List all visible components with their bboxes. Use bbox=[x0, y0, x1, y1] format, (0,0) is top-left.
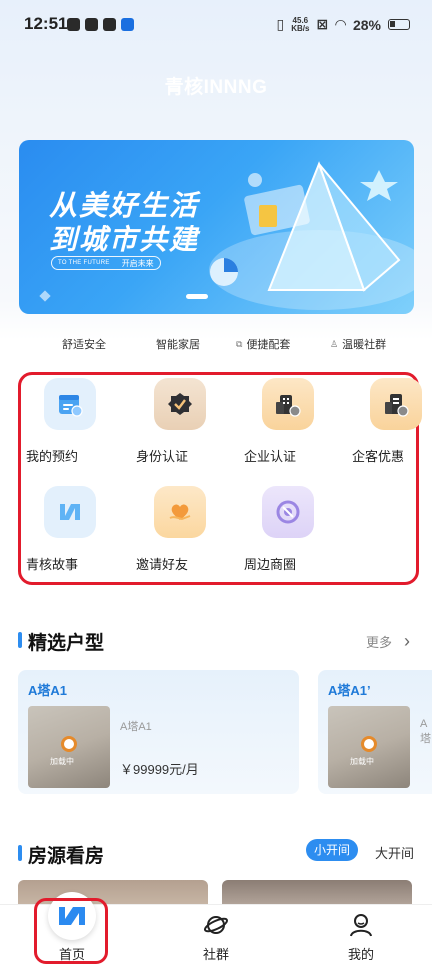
menu-nearby-shops[interactable]: 周边商圈 bbox=[244, 486, 332, 573]
menu-label: 我的预约 bbox=[26, 449, 79, 464]
app-title: 青核INNNG bbox=[164, 77, 268, 98]
alipay-notification-icon bbox=[121, 18, 134, 31]
more-link[interactable]: 更多 › bbox=[366, 631, 410, 652]
sim-icon: ⊠ bbox=[316, 16, 329, 32]
layout-card[interactable]: A塔A1’ 加载中 A塔 bbox=[318, 670, 432, 794]
status-indicators: ▯ 45.6 KB/s ⊠ ◠ 28% bbox=[276, 16, 410, 33]
menu-company-verify[interactable]: 企业认证 bbox=[244, 378, 332, 465]
calendar-check-icon bbox=[44, 378, 96, 430]
net-speed-unit: KB/s bbox=[291, 23, 310, 33]
thumb-loading-text: 加载中 bbox=[50, 757, 74, 766]
section-title-viewing: 房源看房 bbox=[28, 846, 105, 867]
home-tab-highlight bbox=[34, 898, 108, 964]
feature-convenient: ⧉ 便捷配套 bbox=[236, 336, 290, 352]
loading-icon bbox=[61, 736, 77, 752]
heart-hand-icon bbox=[154, 486, 206, 538]
banner-tagline-en: TO THE FUTURE bbox=[58, 260, 110, 266]
banner-headline-2: 到城市共建 bbox=[49, 224, 200, 255]
banner-tagline-cn: 开启未来 bbox=[121, 258, 154, 268]
building-check-icon bbox=[262, 378, 314, 430]
section-marker bbox=[18, 632, 22, 648]
menu-label: 企业认证 bbox=[244, 449, 297, 464]
feature-label: 温暖社群 bbox=[342, 339, 387, 351]
menu-identity-verify[interactable]: 身份认证 bbox=[136, 378, 224, 465]
feature-comfort-safety: 舒适安全 bbox=[62, 336, 106, 352]
loading-icon bbox=[361, 736, 377, 752]
copy-icon: ⧉ bbox=[236, 338, 243, 349]
tab-community[interactable]: 社群 bbox=[190, 944, 242, 963]
menu-label: 企客优惠 bbox=[352, 449, 405, 464]
person-icon: ♙ bbox=[330, 338, 339, 349]
notification-icons bbox=[67, 18, 134, 31]
card-subtitle: A塔 bbox=[420, 718, 431, 745]
thumb-loading-text: 加载中 bbox=[350, 757, 374, 766]
menu-story[interactable]: 青核故事 bbox=[26, 486, 114, 573]
app-notification-icon bbox=[67, 18, 80, 31]
card-price: ￥99999元/月 bbox=[120, 762, 199, 777]
layout-card[interactable]: A塔A1 加载中 A塔A1 ￥99999元/月 bbox=[18, 670, 299, 794]
menu-my-booking[interactable]: 我的预约 bbox=[26, 378, 114, 465]
building-discount-icon bbox=[370, 378, 422, 430]
feature-community: ♙ 温暖社群 bbox=[330, 336, 386, 352]
menu-label: 青核故事 bbox=[26, 557, 79, 572]
vibrate-icon: ▯ bbox=[276, 16, 285, 32]
message-notification-icon bbox=[103, 18, 116, 31]
status-time: 12:51 bbox=[24, 14, 68, 33]
feature-label: 智能家居 bbox=[156, 339, 200, 351]
battery-percent: 28% bbox=[352, 16, 381, 33]
card-subtitle: A塔A1 bbox=[120, 721, 152, 733]
feature-smart-home: 智能家居 bbox=[156, 336, 200, 352]
card-thumbnail: 加载中 bbox=[28, 706, 110, 788]
card-thumbnail: 加载中 bbox=[328, 706, 410, 788]
chevron-right-icon: › bbox=[404, 631, 410, 651]
battery-icon bbox=[388, 19, 410, 30]
tab-large-studio[interactable]: 大开间 bbox=[375, 843, 414, 862]
card-title: A塔A1’ bbox=[328, 683, 371, 698]
community-planet-icon[interactable] bbox=[203, 912, 229, 943]
menu-invite-friends[interactable]: 邀请好友 bbox=[136, 486, 224, 573]
play-notification-icon bbox=[85, 18, 98, 31]
banner-page-indicator bbox=[186, 294, 208, 299]
shopping-circle-icon bbox=[262, 486, 314, 538]
tab-mine[interactable]: 我的 bbox=[335, 944, 387, 963]
verified-badge-icon bbox=[154, 378, 206, 430]
card-title: A塔A1 bbox=[28, 683, 68, 698]
promo-banner[interactable]: 从美好生活 到城市共建 TO THE FUTURE 开启未来 bbox=[19, 140, 414, 314]
feature-label: 舒适安全 bbox=[62, 339, 106, 351]
section-marker bbox=[18, 845, 22, 861]
feature-label: 便捷配套 bbox=[246, 339, 291, 351]
menu-label: 邀请好友 bbox=[136, 557, 189, 572]
brand-logo-icon bbox=[44, 486, 96, 538]
profile-icon[interactable] bbox=[348, 912, 374, 943]
wifi-icon: ◠ bbox=[335, 16, 346, 32]
section-title-layouts: 精选户型 bbox=[28, 633, 105, 654]
menu-label: 身份认证 bbox=[136, 449, 189, 464]
banner-tagline: TO THE FUTURE 开启未来 bbox=[51, 256, 161, 270]
more-label: 更多 bbox=[365, 635, 392, 650]
tab-small-studio[interactable]: 小开间 bbox=[306, 839, 358, 861]
status-bar: 12:51 ▯ 45.6 KB/s ⊠ ◠ 28% bbox=[0, 0, 432, 52]
net-speed: 45.6 KB/s bbox=[291, 16, 310, 33]
menu-company-discount[interactable]: 企客优惠 bbox=[352, 378, 432, 465]
menu-label: 周边商圈 bbox=[244, 557, 297, 572]
